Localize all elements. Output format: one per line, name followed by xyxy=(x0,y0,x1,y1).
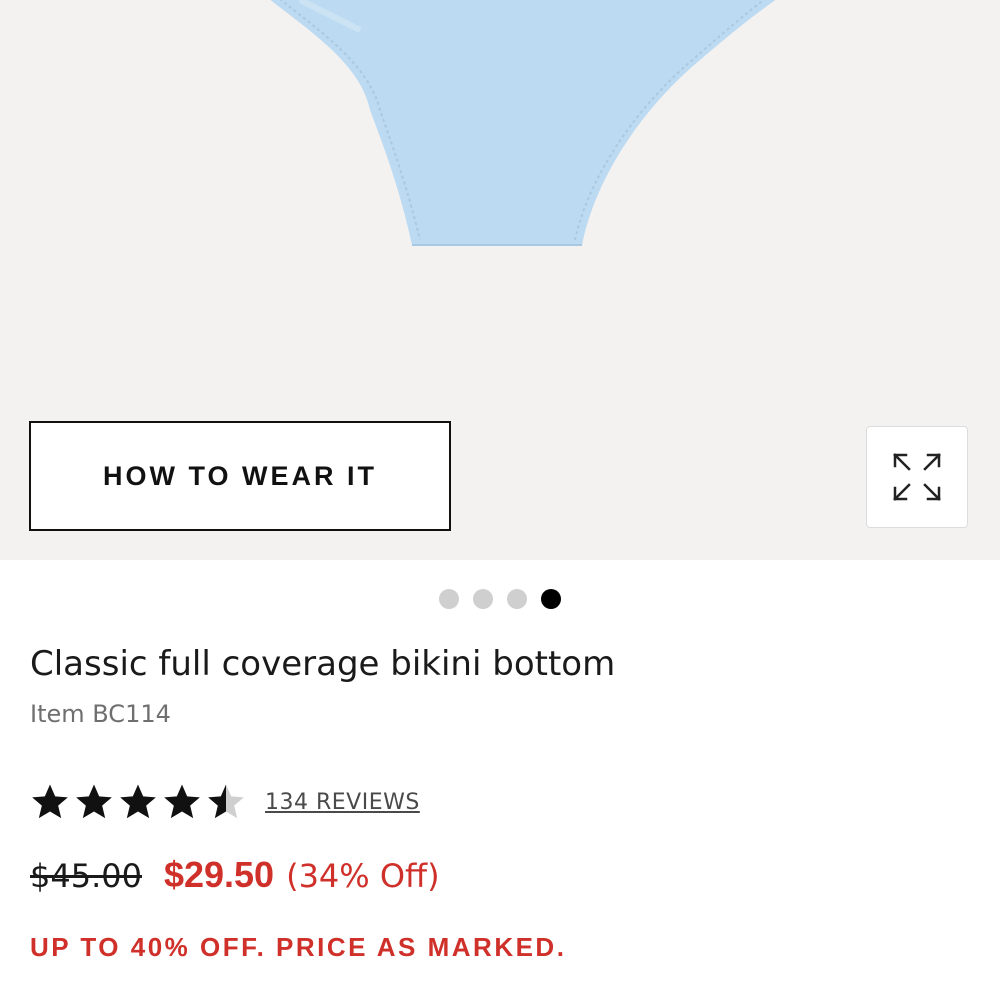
rating-stars[interactable] xyxy=(30,782,246,822)
star-icon xyxy=(120,784,156,819)
star-icon xyxy=(32,784,68,819)
expand-arrows-icon xyxy=(893,453,941,501)
carousel-dot-2[interactable] xyxy=(473,589,493,609)
item-number: Item BC114 xyxy=(30,700,171,728)
carousel-dots xyxy=(439,589,561,609)
carousel-dot-4[interactable] xyxy=(541,589,561,609)
expand-image-button[interactable] xyxy=(866,426,968,528)
carousel-dot-1[interactable] xyxy=(439,589,459,609)
how-to-wear-button[interactable]: HOW TO WEAR IT xyxy=(29,421,451,531)
original-price: $45.00 xyxy=(30,857,142,895)
price-row: $45.00 $29.50 (34% Off) xyxy=(30,854,440,896)
star-icon xyxy=(164,784,200,819)
how-to-wear-label: HOW TO WEAR IT xyxy=(103,460,377,491)
product-gallery[interactable]: HOW TO WEAR IT xyxy=(0,0,1000,560)
discount-percent: (34% Off) xyxy=(286,857,440,895)
half-star-icon xyxy=(208,784,244,819)
product-page: HOW TO WEAR IT Classic full coverage bik… xyxy=(0,0,1000,1000)
sale-price: $29.50 xyxy=(163,854,275,895)
reviews-link[interactable]: 134 REVIEWS xyxy=(265,790,420,815)
star-icon xyxy=(76,784,112,819)
promo-message: UP TO 40% OFF. PRICE AS MARKED. xyxy=(30,932,567,962)
carousel-dot-3[interactable] xyxy=(507,589,527,609)
product-title: Classic full coverage bikini bottom xyxy=(30,644,616,684)
